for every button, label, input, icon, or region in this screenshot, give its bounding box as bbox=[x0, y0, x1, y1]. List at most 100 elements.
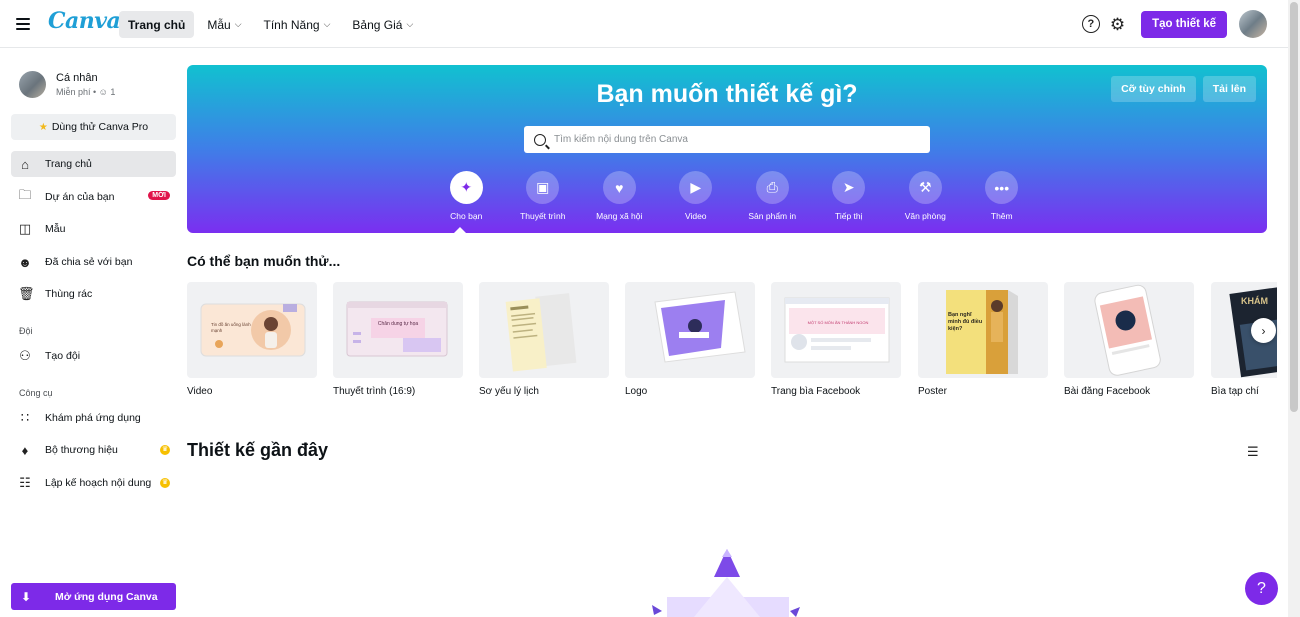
video-camera-icon: ▶ bbox=[679, 171, 713, 204]
card-label: Sơ yếu lý lịch bbox=[479, 386, 539, 397]
briefcase-icon: ⚒ bbox=[908, 171, 942, 204]
card-thumbnail: MỘT SỐ MÓN ĂN THÁNH NGON bbox=[771, 282, 901, 378]
sidebar-item-shared[interactable]: ☻ Đã chia sẻ với bạn bbox=[11, 249, 176, 275]
nav-home[interactable]: Trang chủ bbox=[119, 11, 195, 38]
carousel-next-button[interactable]: › bbox=[1251, 318, 1276, 343]
suggestion-card-video[interactable]: Tin đồ ăn uống lành mạnh Video bbox=[187, 282, 317, 397]
suggestion-card-logo[interactable]: Logo bbox=[625, 282, 755, 397]
category-marketing[interactable]: ➤ Tiếp thị bbox=[811, 171, 888, 221]
category-for-you[interactable]: ✦ Cho bạn bbox=[428, 171, 505, 221]
sidebar-item-label: Mẫu bbox=[45, 223, 66, 235]
sidebar-item-label: Khám phá ứng dụng bbox=[45, 412, 141, 424]
megaphone-icon: ➤ bbox=[832, 171, 866, 204]
try-pro-button[interactable]: ★ Dùng thử Canva Pro bbox=[11, 114, 176, 140]
category-label: Mạng xã hội bbox=[596, 211, 643, 221]
user-icon: ☺ bbox=[98, 87, 108, 97]
category-label: Video bbox=[684, 211, 707, 221]
card-label: Trang bìa Facebook bbox=[771, 386, 861, 397]
nav-templates-label: Mẫu bbox=[207, 17, 231, 32]
scrollbar-thumb[interactable] bbox=[1290, 2, 1298, 412]
chevron-right-icon: › bbox=[1261, 323, 1266, 338]
nav-pricing[interactable]: Bảng Giá ⌵ bbox=[343, 11, 422, 38]
card-thumbnail bbox=[625, 282, 755, 378]
sidebar-item-apps[interactable]: ∷ Khám phá ứng dụng bbox=[11, 405, 176, 431]
profile-switcher[interactable]: Cá nhân Miễn phí • ☺ 1 bbox=[19, 71, 115, 98]
profile-plan: Miễn phí • ☺ 1 bbox=[56, 87, 115, 97]
sidebar-item-label: Bộ thương hiệu bbox=[45, 444, 118, 456]
open-app-label: Mở ứng dụng Canva bbox=[55, 590, 158, 603]
sidebar-item-trash[interactable]: 🗑 Thùng rác bbox=[11, 281, 176, 307]
nav-home-label: Trang chủ bbox=[128, 17, 186, 32]
canva-logo[interactable]: Canva bbox=[48, 8, 121, 34]
facebook-cover-thumbnail-art bbox=[784, 297, 890, 363]
page-scrollbar[interactable] bbox=[1288, 0, 1300, 617]
category-social-media[interactable]: ♥ Mạng xã hội bbox=[581, 171, 658, 221]
sidebar-item-content-planner[interactable]: ☷ Lập kế hoạch nội dung ♛ bbox=[11, 470, 176, 496]
sidebar-item-projects[interactable]: 🗀 Dự án của bạn MỚI bbox=[11, 184, 176, 210]
chevron-down-icon: ⌵ bbox=[234, 19, 242, 29]
category-more[interactable]: ••• Thêm bbox=[964, 171, 1041, 221]
suggestion-card-presentation[interactable]: Chân dung tự họa Thuyết trình (16:9) bbox=[333, 282, 463, 397]
card-label: Poster bbox=[918, 386, 947, 397]
suggestion-card-poster[interactable]: Bạn nghĩ mình đủ điều kiện? Poster bbox=[918, 282, 1048, 397]
sidebar-item-label: Đã chia sẻ với bạn bbox=[45, 256, 133, 268]
gear-icon[interactable]: ⚙ bbox=[1110, 16, 1125, 33]
category-office[interactable]: ⚒ Văn phòng bbox=[887, 171, 964, 221]
thumbnail-text: MỘT SỐ MÓN ĂN THÁNH NGON bbox=[807, 320, 869, 325]
folder-icon: 🗀 bbox=[18, 187, 32, 202]
calendar-icon: ☷ bbox=[19, 475, 31, 490]
tools-section-label: Công cụ bbox=[19, 388, 53, 398]
sidebar-item-brand-kit[interactable]: ♦ Bộ thương hiệu ♛ bbox=[11, 437, 176, 463]
category-shortcuts: ✦ Cho bạn ▣ Thuyết trình ♥ Mạng xã hội ▶ Vid… bbox=[428, 171, 1040, 221]
suggestion-card-resume[interactable]: Sơ yếu lý lịch bbox=[479, 282, 609, 397]
category-label: Văn phòng bbox=[904, 211, 946, 221]
sidebar-item-templates[interactable]: ◫ Mẫu bbox=[11, 216, 176, 242]
apps-grid-icon: ∷ bbox=[20, 410, 30, 425]
sidebar-item-home[interactable]: ⌂ Trang chủ bbox=[11, 151, 176, 177]
list-view-icon[interactable]: ☰ bbox=[1247, 444, 1259, 460]
try-pro-label: Dùng thử Canva Pro bbox=[51, 121, 149, 133]
sidebar-item-create-team[interactable]: ⚇ Tạo đội bbox=[11, 343, 176, 369]
category-label: Tiếp thị bbox=[834, 211, 863, 221]
avatar[interactable] bbox=[1239, 10, 1267, 38]
chevron-down-icon: ⌵ bbox=[406, 19, 414, 29]
upload-button[interactable]: Tải lên bbox=[1202, 76, 1256, 102]
facebook-post-thumbnail-art bbox=[1094, 284, 1161, 376]
thumbnail-text: Tin đồ ăn uống lành mạnh bbox=[211, 322, 251, 333]
card-label: Logo bbox=[625, 386, 648, 397]
help-button[interactable]: ? bbox=[1245, 572, 1278, 605]
active-category-pointer bbox=[453, 227, 467, 233]
nav-features[interactable]: Tính Năng ⌵ bbox=[255, 11, 340, 38]
avatar bbox=[19, 71, 46, 98]
sidebar: Cá nhân Miễn phí • ☺ 1 ★ Dùng thử Canva P… bbox=[0, 49, 185, 617]
custom-size-button[interactable]: Cỡ tùy chỉnh bbox=[1111, 76, 1196, 102]
create-design-button[interactable]: Tạo thiết kế bbox=[1141, 10, 1227, 38]
team-section-label: Đội bbox=[19, 326, 33, 336]
category-label: Cho bạn bbox=[450, 211, 483, 221]
new-badge: MỚI bbox=[148, 191, 170, 200]
more-icon: ••• bbox=[985, 171, 1019, 204]
heart-chat-icon: ♥ bbox=[602, 171, 636, 204]
card-thumbnail: Chân dung tự họa bbox=[333, 282, 463, 378]
sidebar-item-label: Dự án của bạn bbox=[45, 191, 115, 203]
nav-templates[interactable]: Mẫu ⌵ bbox=[198, 11, 250, 38]
nav-features-label: Tính Năng bbox=[263, 17, 320, 32]
top-bar: Canva Trang chủ Mẫu ⌵ Tính Năng ⌵ Bảng Giá… bbox=[0, 0, 1288, 48]
card-thumbnail bbox=[1064, 282, 1194, 378]
search-bar[interactable] bbox=[524, 126, 930, 153]
suggestion-card-facebook-cover[interactable]: MỘT SỐ MÓN ĂN THÁNH NGON Trang bìa Faceb… bbox=[771, 282, 901, 397]
category-print[interactable]: ⎙ Sản phẩm in bbox=[734, 171, 811, 221]
category-label: Thuyết trình bbox=[520, 211, 566, 221]
logo-thumbnail-art bbox=[654, 291, 746, 363]
category-presentation[interactable]: ▣ Thuyết trình bbox=[505, 171, 582, 221]
open-canva-app-button[interactable]: ⬇ Mở ứng dụng Canva bbox=[11, 583, 176, 610]
menu-icon[interactable] bbox=[16, 14, 34, 34]
card-thumbnail bbox=[479, 282, 609, 378]
thumbnail-text: KHÁM bbox=[1241, 296, 1268, 306]
help-icon[interactable]: ? bbox=[1081, 15, 1100, 33]
search-input[interactable] bbox=[554, 134, 914, 145]
suggestion-card-facebook-post[interactable]: Bài đăng Facebook bbox=[1064, 282, 1194, 397]
category-video[interactable]: ▶ Video bbox=[658, 171, 735, 221]
sidebar-item-label: Tạo đội bbox=[45, 350, 81, 362]
thumbnail-text: Bạn nghĩ mình đủ điều kiện? bbox=[948, 312, 983, 332]
